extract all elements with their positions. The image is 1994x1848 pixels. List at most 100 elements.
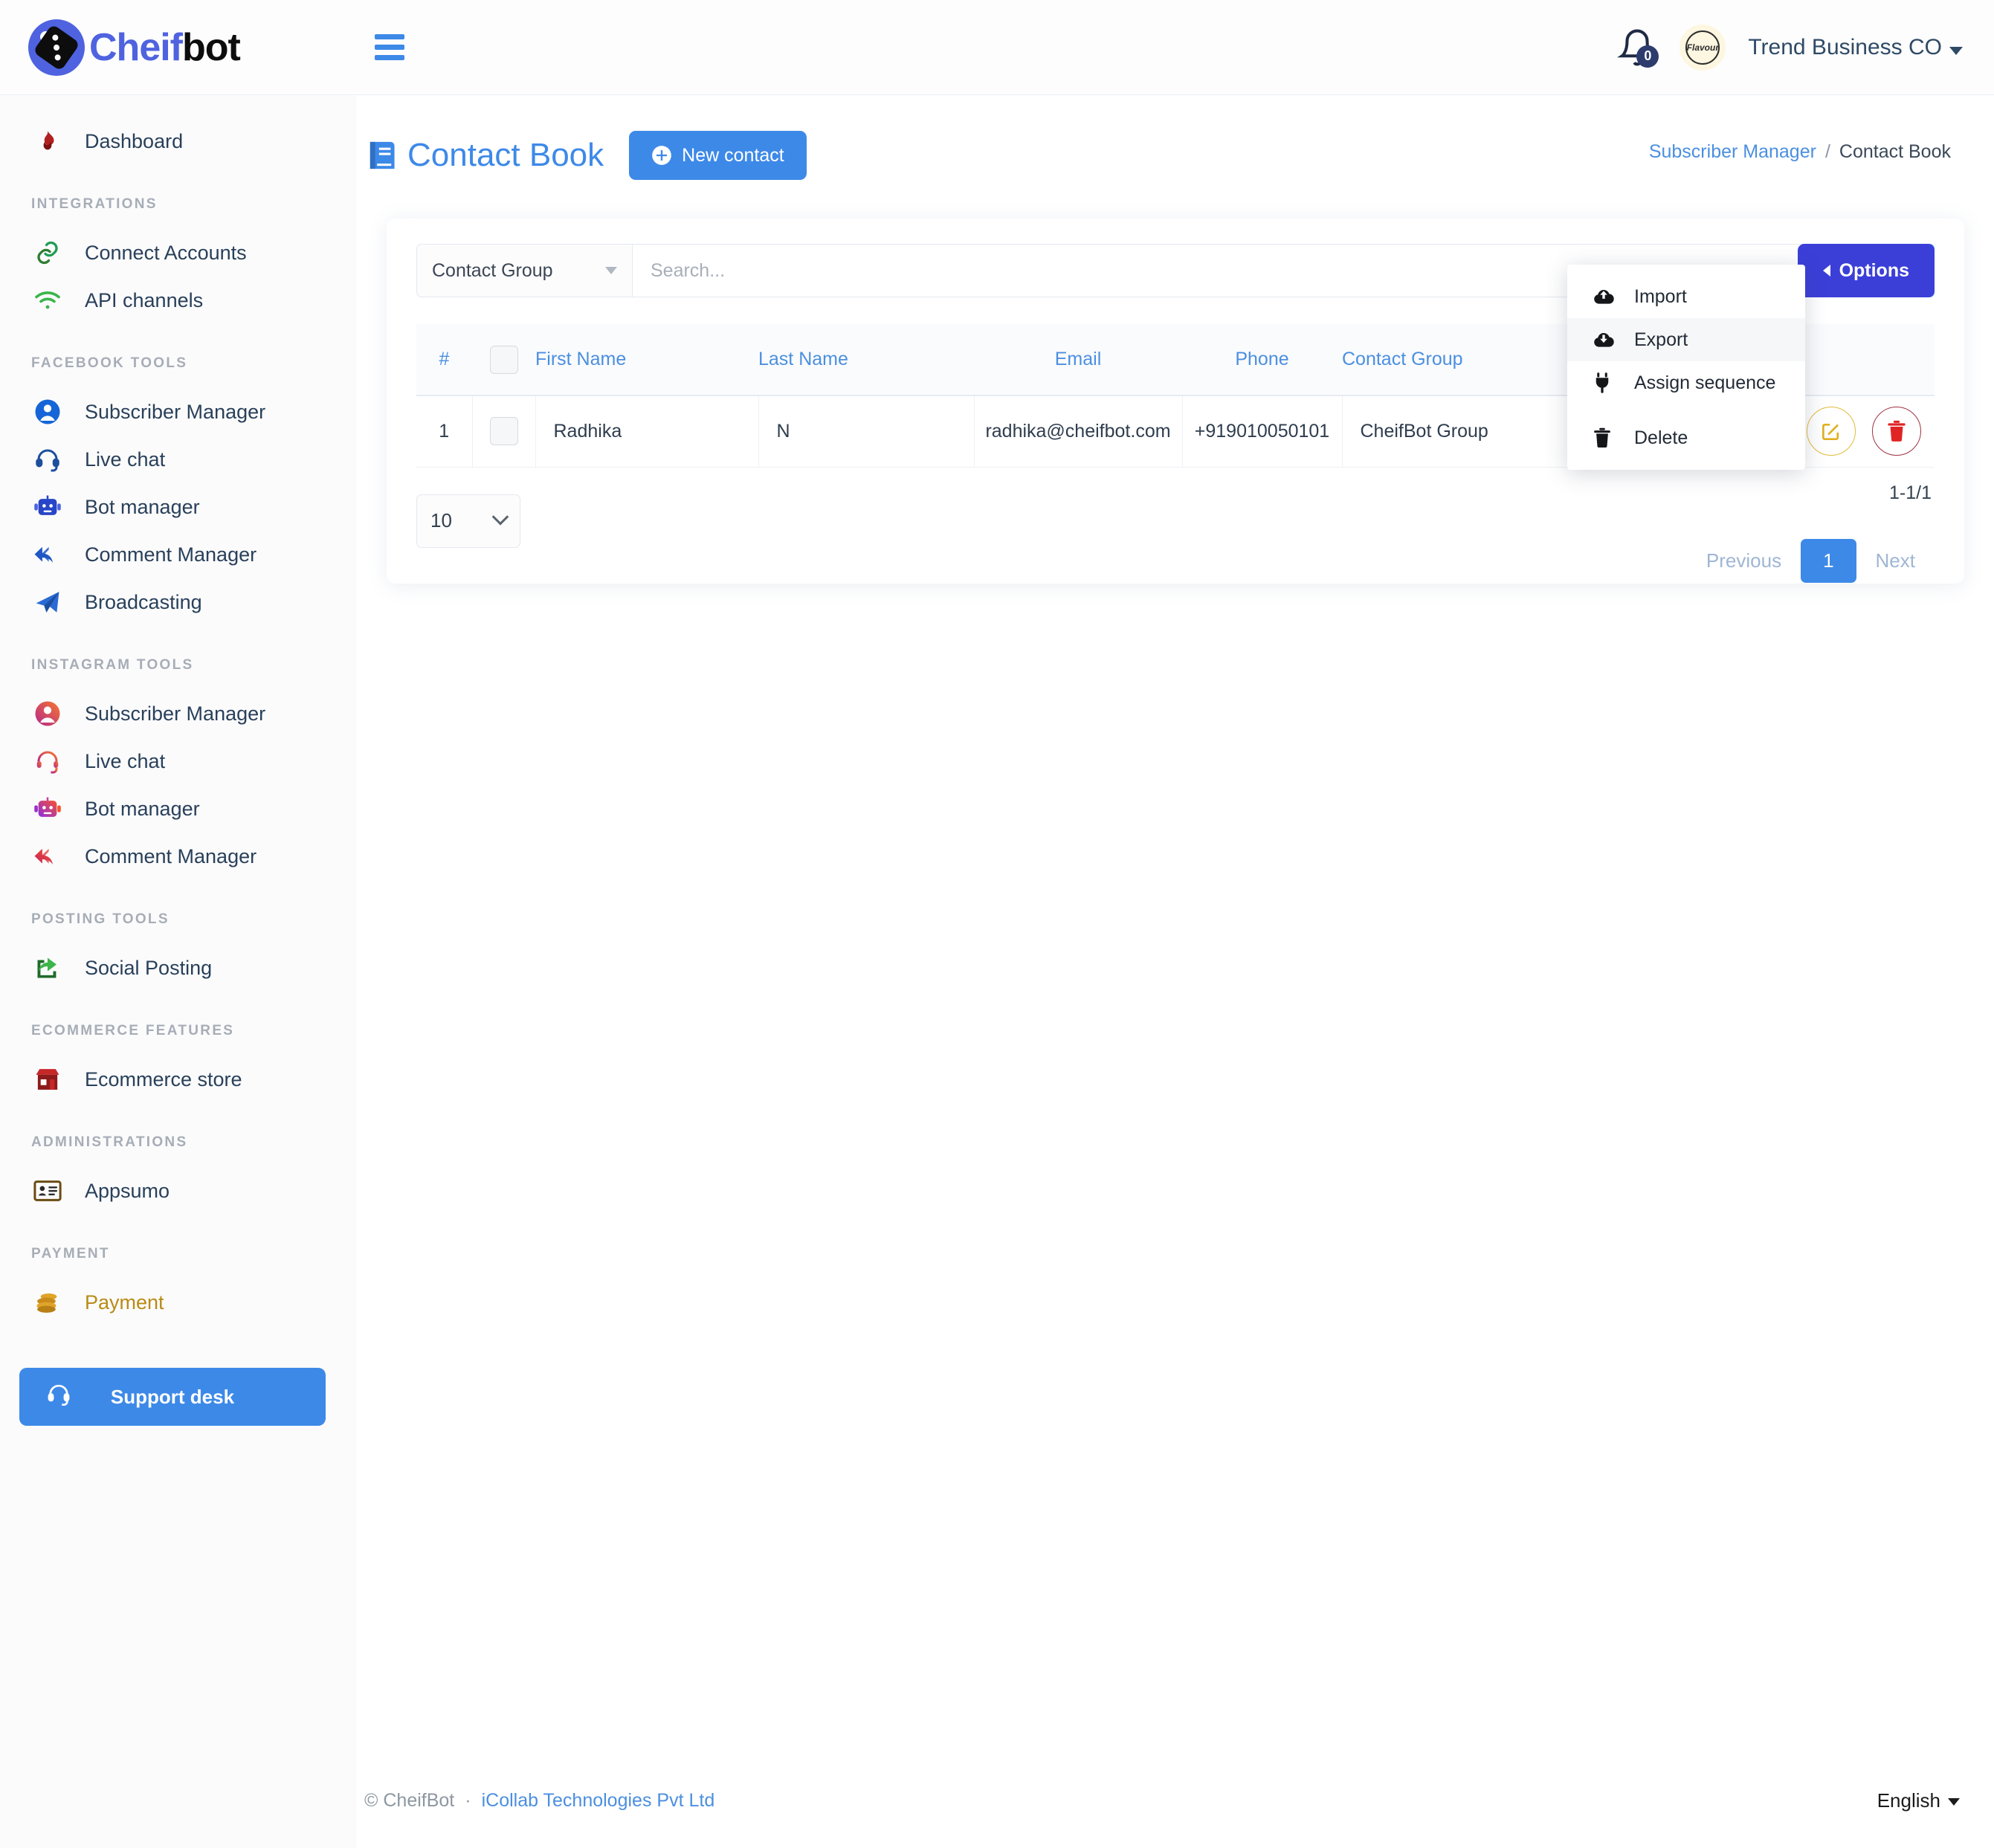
select-all-checkbox[interactable] — [489, 345, 518, 374]
support-desk-button[interactable]: Support desk — [19, 1368, 326, 1426]
language-label: English — [1877, 1789, 1940, 1812]
column-header-first-name[interactable]: First Name — [535, 324, 758, 396]
share-icon — [31, 952, 64, 984]
sidebar-item-broadcasting[interactable]: Broadcasting — [0, 578, 357, 626]
column-header-index[interactable]: # — [416, 324, 472, 396]
coins-icon — [31, 1286, 64, 1319]
brand-name-part2: bot — [182, 25, 241, 69]
user-circle-icon — [31, 697, 64, 730]
menu-item-export[interactable]: Export — [1567, 318, 1805, 361]
chevron-down-icon — [1948, 1797, 1960, 1806]
delete-contact-button[interactable] — [1872, 407, 1921, 456]
wifi-icon — [31, 284, 64, 317]
menu-item-delete[interactable]: Delete — [1567, 416, 1805, 459]
edit-contact-button[interactable] — [1807, 407, 1856, 456]
sidebar-section-instagram-tools: INSTAGRAM TOOLS — [31, 657, 194, 673]
contact-group-select[interactable]: Contact Group — [416, 244, 632, 297]
sidebar-item-label: Broadcasting — [85, 590, 202, 613]
avatar[interactable]: Flavour — [1680, 24, 1726, 71]
trash-icon — [1593, 427, 1618, 448]
user-circle-icon — [31, 395, 64, 428]
contact-book-card: Contact Group Search Options Import — [387, 219, 1964, 584]
paper-plane-icon — [31, 586, 64, 618]
top-bar: Cheifbot 0 Flavour Trend Business CO — [0, 0, 1994, 95]
sidebar-section-ecommerce-features: ECOMMERCE FEATURES — [31, 1023, 235, 1038]
sidebar-item-payment[interactable]: Payment — [0, 1279, 357, 1326]
breadcrumb: Subscriber Manager / Contact Book — [1649, 141, 1951, 163]
robot-icon — [31, 491, 64, 523]
sidebar-item-fb-comment-manager[interactable]: Comment Manager — [0, 531, 357, 578]
pagination-previous[interactable]: Previous — [1687, 539, 1801, 583]
pagination-page-1[interactable]: 1 — [1801, 538, 1856, 583]
sidebar: Dashboard INTEGRATIONS Connect Accounts … — [0, 95, 357, 1848]
new-contact-button[interactable]: New contact — [629, 131, 807, 180]
copyright-text: © CheifBot — [364, 1789, 455, 1811]
sidebar-item-ig-subscriber-manager[interactable]: Subscriber Manager — [0, 690, 357, 737]
sidebar-item-label: Payment — [85, 1290, 164, 1314]
footer-company-link[interactable]: iCollab Technologies Pvt Ltd — [482, 1790, 715, 1811]
sidebar-item-fb-bot-manager[interactable]: Bot manager — [0, 483, 357, 531]
column-header-select-all — [472, 324, 535, 396]
column-header-last-name[interactable]: Last Name — [758, 324, 974, 396]
sidebar-item-ig-live-chat[interactable]: Live chat — [0, 737, 357, 785]
brand-name-part1: Cheif — [89, 25, 183, 69]
cell-email: radhika@cheifbot.com — [973, 395, 1182, 468]
chevron-left-icon — [1822, 265, 1830, 277]
cell-index: 1 — [416, 395, 472, 468]
hamburger-menu-icon[interactable] — [375, 34, 404, 60]
sidebar-item-label: Bot manager — [85, 797, 200, 820]
pagination-next[interactable]: Next — [1856, 539, 1935, 583]
menu-item-label: Export — [1634, 329, 1688, 350]
edit-icon — [1822, 424, 1839, 441]
sidebar-item-label: Live chat — [85, 749, 166, 772]
breadcrumb-link-subscriber-manager[interactable]: Subscriber Manager — [1649, 141, 1816, 162]
column-header-email[interactable]: Email — [974, 324, 1182, 396]
sidebar-item-label: Bot manager — [85, 495, 200, 518]
sidebar-item-label: Comment Manager — [85, 844, 257, 868]
language-selector[interactable]: English — [1877, 1789, 1960, 1812]
sidebar-item-ig-bot-manager[interactable]: Bot manager — [0, 785, 357, 833]
trash-icon — [1888, 421, 1906, 442]
column-header-phone[interactable]: Phone — [1182, 324, 1342, 396]
per-page-select[interactable]: 10 — [416, 494, 520, 548]
page-title: Contact Book — [369, 137, 604, 174]
menu-item-import[interactable]: Import — [1567, 275, 1805, 318]
user-menu[interactable]: Trend Business CO — [1748, 35, 1963, 60]
filter-row: Contact Group Search Options Import — [416, 244, 1935, 470]
menu-item-assign-sequence[interactable]: Assign sequence — [1567, 361, 1805, 404]
sidebar-item-label: Dashboard — [85, 129, 184, 152]
row-checkbox[interactable] — [489, 417, 518, 446]
chevron-down-icon — [491, 508, 509, 526]
reply-all-icon — [31, 538, 64, 571]
chevron-down-icon — [1949, 46, 1963, 55]
options-button[interactable]: Options — [1797, 244, 1935, 297]
store-icon — [31, 1063, 64, 1096]
avatar-label: Flavour — [1686, 42, 1720, 53]
sidebar-section-payment: PAYMENT — [31, 1246, 110, 1261]
cell-first-name: Radhika — [535, 395, 758, 468]
sidebar-item-connect-accounts[interactable]: Connect Accounts — [0, 229, 357, 277]
menu-item-label: Delete — [1634, 427, 1688, 448]
cell-phone: +919010050101 — [1181, 395, 1342, 468]
sidebar-item-label: Appsumo — [85, 1179, 170, 1202]
sidebar-item-social-posting[interactable]: Social Posting — [0, 944, 357, 992]
sidebar-item-label: Live chat — [85, 448, 166, 471]
sidebar-item-api-channels[interactable]: API channels — [0, 277, 357, 324]
sidebar-item-dashboard[interactable]: Dashboard — [0, 117, 357, 165]
brand-logo-area[interactable]: Cheifbot — [0, 19, 342, 76]
sidebar-item-fb-subscriber-manager[interactable]: Subscriber Manager — [0, 388, 357, 436]
new-contact-label: New contact — [682, 144, 784, 166]
robot-icon — [31, 792, 64, 825]
support-desk-label: Support desk — [110, 1385, 235, 1408]
sidebar-item-fb-live-chat[interactable]: Live chat — [0, 436, 357, 483]
cloud-upload-icon — [1593, 288, 1618, 306]
notifications-button[interactable]: 0 — [1617, 28, 1659, 68]
sidebar-item-ig-comment-manager[interactable]: Comment Manager — [0, 833, 357, 880]
sidebar-item-appsumo[interactable]: Appsumo — [0, 1167, 357, 1215]
sidebar-section-integrations: INTEGRATIONS — [31, 196, 158, 212]
id-card-icon — [31, 1175, 64, 1207]
sidebar-item-label: API channels — [85, 288, 204, 311]
chevron-down-icon — [605, 267, 617, 274]
sidebar-item-ecommerce-store[interactable]: Ecommerce store — [0, 1056, 357, 1103]
link-icon — [31, 236, 64, 269]
